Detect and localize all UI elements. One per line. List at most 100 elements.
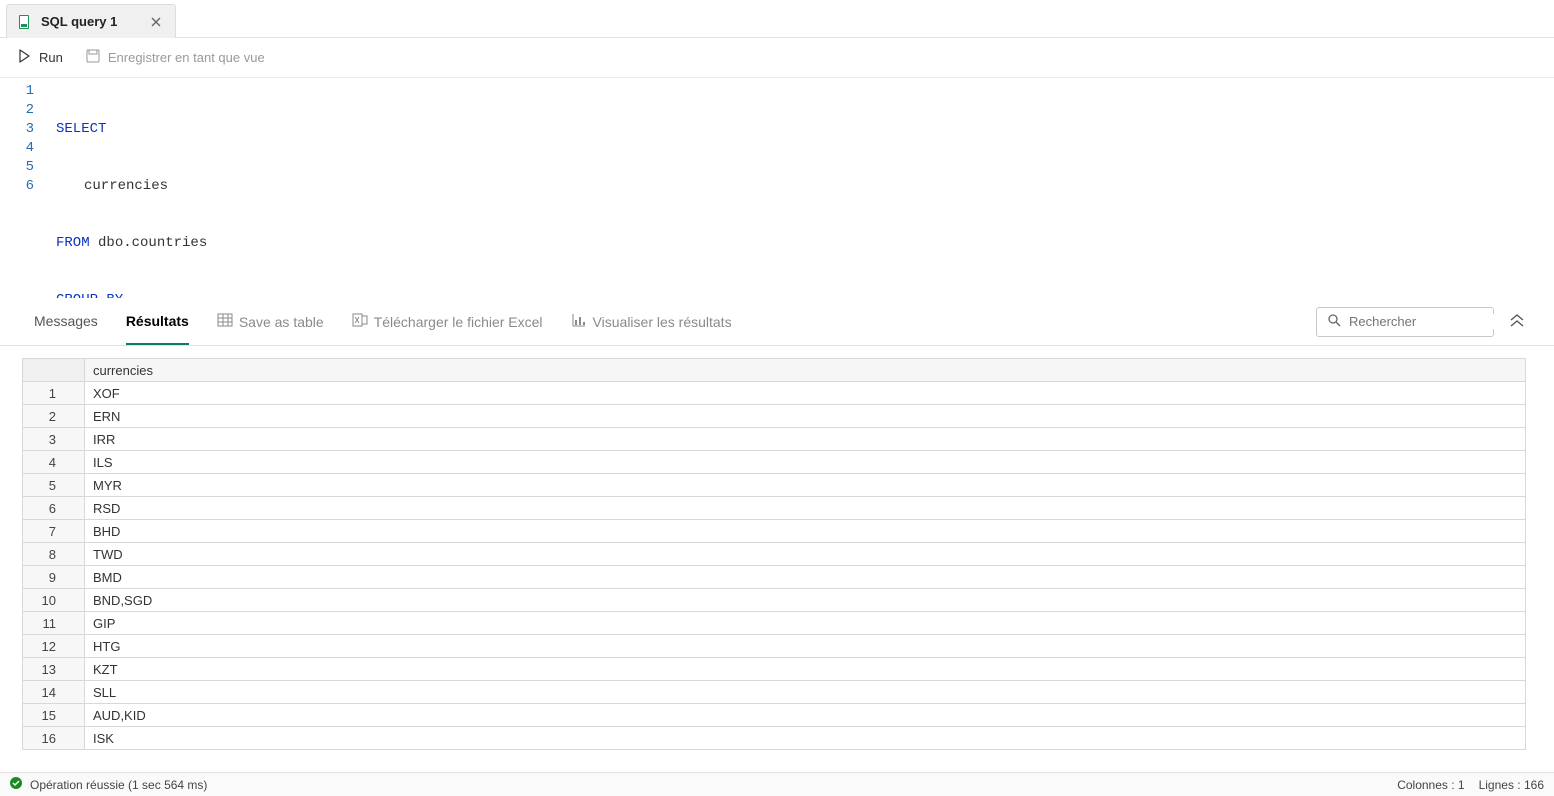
status-columns: Colonnes : 1: [1397, 778, 1464, 792]
header-row-number: [23, 359, 85, 382]
table-row[interactable]: 9BMD: [23, 566, 1526, 589]
table-row[interactable]: 10BND,SGD: [23, 589, 1526, 612]
row-number: 7: [23, 520, 85, 543]
sql-identifier: dbo.countries: [98, 235, 207, 251]
save-view-icon: [85, 48, 101, 67]
sql-editor[interactable]: 1 2 3 4 5 6 SELECT currencies FROM dbo.c…: [0, 78, 1554, 298]
cell-value[interactable]: ISK: [85, 727, 1526, 750]
save-as-view-button: Enregistrer en tant que vue: [85, 48, 265, 67]
table-row[interactable]: 1XOF: [23, 382, 1526, 405]
results-grid[interactable]: currencies 1XOF2ERN3IRR4ILS5MYR6RSD7BHD8…: [22, 358, 1526, 750]
results-toolbar: Messages Résultats Save as table Télécha…: [0, 298, 1554, 346]
cell-value[interactable]: RSD: [85, 497, 1526, 520]
row-number: 12: [23, 635, 85, 658]
row-number: 3: [23, 428, 85, 451]
line-number: 6: [0, 177, 34, 196]
cell-value[interactable]: TWD: [85, 543, 1526, 566]
row-number: 15: [23, 704, 85, 727]
download-excel-button[interactable]: Télécharger le fichier Excel: [352, 312, 543, 331]
line-number: 5: [0, 158, 34, 177]
table-row[interactable]: 14SLL: [23, 681, 1526, 704]
cell-value[interactable]: BHD: [85, 520, 1526, 543]
status-bar: Opération réussie (1 sec 564 ms) Colonne…: [0, 772, 1554, 796]
code-area[interactable]: SELECT currencies FROM dbo.countries GRO…: [46, 78, 1554, 298]
row-number: 11: [23, 612, 85, 635]
cell-value[interactable]: MYR: [85, 474, 1526, 497]
table-icon: [217, 312, 233, 331]
tab-sql-query[interactable]: SQL query 1: [6, 4, 176, 38]
row-number: 4: [23, 451, 85, 474]
row-number: 9: [23, 566, 85, 589]
results-grid-wrapper[interactable]: currencies 1XOF2ERN3IRR4ILS5MYR6RSD7BHD8…: [0, 346, 1554, 772]
search-icon: [1327, 313, 1341, 330]
row-number: 5: [23, 474, 85, 497]
row-number: 14: [23, 681, 85, 704]
table-row[interactable]: 11GIP: [23, 612, 1526, 635]
table-row[interactable]: 12HTG: [23, 635, 1526, 658]
table-row[interactable]: 7BHD: [23, 520, 1526, 543]
row-number: 1: [23, 382, 85, 405]
search-input[interactable]: [1349, 314, 1525, 329]
row-number: 13: [23, 658, 85, 681]
cell-value[interactable]: KZT: [85, 658, 1526, 681]
cell-value[interactable]: HTG: [85, 635, 1526, 658]
cell-value[interactable]: ERN: [85, 405, 1526, 428]
tab-messages[interactable]: Messages: [34, 298, 98, 345]
run-button[interactable]: Run: [16, 48, 63, 67]
cell-value[interactable]: SLL: [85, 681, 1526, 704]
visualize-results-button[interactable]: Visualiser les résultats: [571, 312, 732, 331]
double-chevron-up-icon: [1508, 317, 1526, 332]
row-number: 10: [23, 589, 85, 612]
table-header-row: currencies: [23, 359, 1526, 382]
excel-icon: [352, 312, 368, 331]
tab-bar: SQL query 1: [0, 0, 1554, 38]
play-icon: [16, 48, 32, 67]
table-row[interactable]: 3IRR: [23, 428, 1526, 451]
cell-value[interactable]: GIP: [85, 612, 1526, 635]
line-number: 3: [0, 120, 34, 139]
cell-value[interactable]: ILS: [85, 451, 1526, 474]
table-row[interactable]: 6RSD: [23, 497, 1526, 520]
status-message: Opération réussie (1 sec 564 ms): [30, 778, 207, 792]
row-number: 6: [23, 497, 85, 520]
row-number: 2: [23, 405, 85, 428]
tab-title: SQL query 1: [41, 14, 117, 29]
sql-keyword: SELECT: [56, 121, 106, 137]
sql-identifier: currencies: [84, 178, 168, 194]
save-as-table-button[interactable]: Save as table: [217, 312, 324, 331]
table-row[interactable]: 2ERN: [23, 405, 1526, 428]
line-number: 1: [0, 82, 34, 101]
cell-value[interactable]: BND,SGD: [85, 589, 1526, 612]
save-as-table-label: Save as table: [239, 314, 324, 330]
sql-keyword: GROUP BY: [56, 292, 123, 298]
tab-results[interactable]: Résultats: [126, 298, 189, 345]
cell-value[interactable]: BMD: [85, 566, 1526, 589]
sql-file-icon: [17, 14, 33, 30]
run-label: Run: [39, 50, 63, 65]
table-row[interactable]: 15AUD,KID: [23, 704, 1526, 727]
editor-toolbar: Run Enregistrer en tant que vue: [0, 38, 1554, 78]
cell-value[interactable]: XOF: [85, 382, 1526, 405]
editor-gutter: 1 2 3 4 5 6: [0, 78, 46, 298]
visualize-label: Visualiser les résultats: [593, 314, 732, 330]
search-input-wrapper[interactable]: [1316, 307, 1494, 337]
cell-value[interactable]: AUD,KID: [85, 704, 1526, 727]
save-as-view-label: Enregistrer en tant que vue: [108, 50, 265, 65]
table-row[interactable]: 4ILS: [23, 451, 1526, 474]
table-row[interactable]: 13KZT: [23, 658, 1526, 681]
row-number: 8: [23, 543, 85, 566]
cell-value[interactable]: IRR: [85, 428, 1526, 451]
table-row[interactable]: 8TWD: [23, 543, 1526, 566]
status-rows: Lignes : 166: [1479, 778, 1544, 792]
collapse-panel-button[interactable]: [1508, 311, 1526, 332]
table-row[interactable]: 16ISK: [23, 727, 1526, 750]
line-number: 4: [0, 139, 34, 158]
download-excel-label: Télécharger le fichier Excel: [374, 314, 543, 330]
success-icon: [10, 777, 22, 792]
close-tab-icon[interactable]: [149, 15, 163, 29]
chart-icon: [571, 312, 587, 331]
sql-keyword: FROM: [56, 235, 90, 251]
column-header[interactable]: currencies: [85, 359, 1526, 382]
row-number: 16: [23, 727, 85, 750]
table-row[interactable]: 5MYR: [23, 474, 1526, 497]
